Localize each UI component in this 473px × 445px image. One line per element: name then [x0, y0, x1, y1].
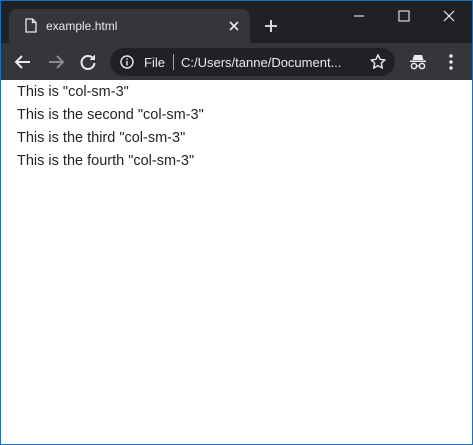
- window-close-icon: [443, 10, 455, 22]
- close-icon[interactable]: [227, 19, 241, 33]
- browser-window: example.html File C:/Users/tanne/Documen…: [0, 0, 473, 445]
- kebab-menu-icon[interactable]: [444, 53, 458, 71]
- star-icon[interactable]: [369, 53, 387, 71]
- maximize-button[interactable]: [382, 1, 426, 31]
- arrow-right-icon[interactable]: [46, 52, 66, 72]
- title-bar: example.html: [1, 1, 472, 43]
- tab-title: example.html: [46, 19, 118, 33]
- arrow-left-icon[interactable]: [13, 52, 33, 72]
- reload-icon[interactable]: [78, 52, 98, 72]
- col-sm-3-fourth: This is the fourth "col-sm-3": [17, 153, 195, 169]
- incognito-icon[interactable]: [408, 53, 428, 71]
- col-sm-3-third: This is the third "col-sm-3": [17, 130, 186, 146]
- document-icon: [25, 18, 37, 33]
- browser-toolbar: File C:/Users/tanne/Document...: [1, 43, 472, 80]
- scheme-label: File: [144, 55, 165, 70]
- col-sm-3-first: This is "col-sm-3": [17, 84, 129, 100]
- col-sm-3-second: This is the second "col-sm-3": [17, 107, 204, 123]
- info-icon[interactable]: [120, 55, 134, 69]
- address-bar[interactable]: File C:/Users/tanne/Document...: [110, 48, 395, 76]
- plus-icon[interactable]: [263, 18, 279, 34]
- page-content: This is "col-sm-3" This is the second "c…: [1, 80, 472, 444]
- window-close-button[interactable]: [427, 1, 471, 31]
- tab-example-html[interactable]: example.html: [9, 9, 250, 43]
- address-separator: [173, 54, 174, 70]
- minimize-icon: [354, 15, 364, 17]
- minimize-button[interactable]: [337, 1, 381, 31]
- maximize-icon: [398, 10, 410, 22]
- url-text[interactable]: C:/Users/tanne/Document...: [181, 55, 341, 70]
